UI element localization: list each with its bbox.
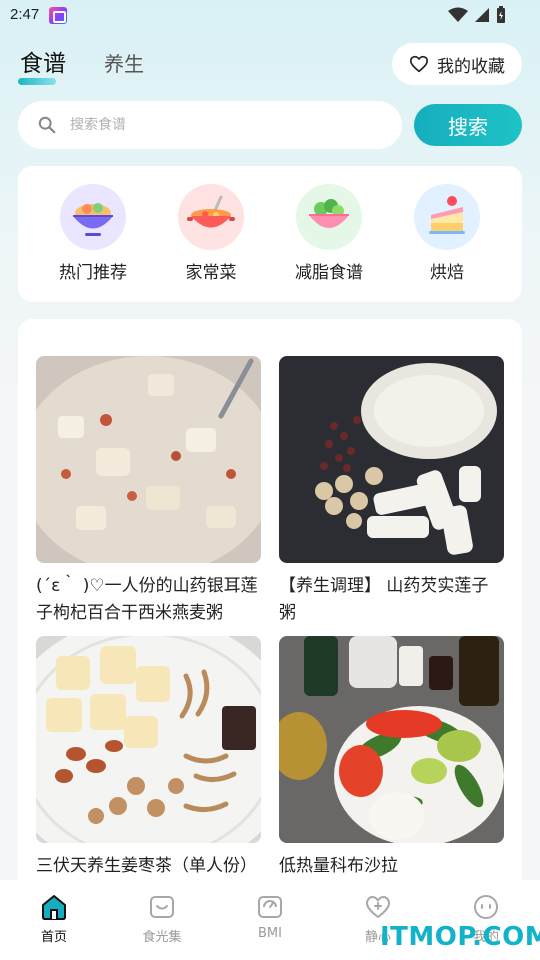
recipe-card[interactable]: (´ε｀ )♡一人份的山药银耳莲子枸杞百合干西米燕麦粥 — [36, 356, 261, 627]
status-bar: 2:47 — [0, 0, 540, 30]
recipe-title: 【养生调理】 山药芡实莲子粥 — [279, 576, 489, 623]
recipe-image — [279, 356, 504, 563]
favorites-button[interactable]: 我的收藏 — [392, 43, 522, 85]
scale-icon — [258, 896, 282, 918]
recipe-image — [36, 636, 261, 843]
header-tabs: 食谱 养生 — [18, 44, 144, 85]
search-icon — [38, 116, 56, 134]
tab-wellness-label: 养生 — [104, 52, 144, 76]
category-home-cooking[interactable]: 家常菜 — [161, 184, 261, 302]
category-label: 热门推荐 — [59, 263, 127, 283]
tab-wellness[interactable]: 养生 — [104, 48, 144, 78]
app-notification-icon — [49, 7, 67, 24]
signal-icon — [475, 8, 489, 22]
recipe-card[interactable]: 低热量科布沙拉 — [279, 636, 504, 880]
tray-icon — [150, 896, 174, 918]
search-bar — [18, 101, 402, 149]
category-label: 减脂食谱 — [295, 263, 363, 283]
cake-icon — [414, 184, 480, 250]
category-hot[interactable]: 热门推荐 — [43, 184, 143, 302]
category-panel: 热门推荐 家常菜 减脂食谱 烘焙 — [18, 166, 522, 302]
status-time: 2:47 — [10, 6, 40, 23]
tab-recipes-label: 食谱 — [20, 51, 66, 77]
wifi-icon — [448, 7, 468, 22]
heart-plus-icon — [366, 896, 390, 918]
search-button[interactable]: 搜索 — [414, 104, 522, 146]
search-input[interactable] — [70, 117, 370, 133]
face-icon — [474, 895, 498, 919]
recipe-card[interactable]: 三伏天养生姜枣茶（单人份） — [36, 636, 261, 880]
nav-bmi[interactable]: BMI — [230, 894, 310, 960]
recipe-feed: (´ε｀ )♡一人份的山药银耳莲子枸杞百合干西米燕麦粥 【养生调理】 山药芡实莲… — [18, 319, 522, 919]
category-baking[interactable]: 烘焙 — [397, 184, 497, 302]
tab-recipes[interactable]: 食谱 — [18, 44, 66, 85]
watermark: ITMOP.COM — [380, 922, 540, 952]
status-indicators — [448, 6, 506, 24]
heart-icon — [410, 55, 428, 73]
recipe-image — [36, 356, 261, 563]
nav-home-label: 首页 — [40, 930, 67, 945]
home-icon — [42, 895, 66, 920]
category-label: 烘焙 — [430, 263, 464, 283]
recipe-title: 低热量科布沙拉 — [279, 856, 398, 876]
recipe-image — [279, 636, 504, 843]
recipe-title: (´ε｀ )♡一人份的山药银耳莲子枸杞百合干西米燕麦粥 — [36, 576, 258, 623]
category-diet[interactable]: 减脂食谱 — [279, 184, 379, 302]
nav-food-moments-label: 食光集 — [142, 930, 182, 945]
salad-bowl-icon — [60, 184, 126, 250]
favorites-label: 我的收藏 — [437, 56, 505, 77]
recipe-card[interactable]: 【养生调理】 山药芡实莲子粥 — [279, 356, 504, 627]
tab-active-indicator — [18, 78, 56, 85]
soup-pot-icon — [178, 184, 244, 250]
battery-icon — [497, 6, 505, 23]
nav-bmi-label: BMI — [258, 926, 282, 941]
category-label: 家常菜 — [185, 263, 237, 283]
nav-home[interactable]: 首页 — [14, 894, 94, 960]
recipe-title: 三伏天养生姜枣茶（单人份） — [36, 856, 257, 876]
vegetable-bowl-icon — [296, 184, 362, 250]
nav-food-moments[interactable]: 食光集 — [122, 894, 202, 960]
